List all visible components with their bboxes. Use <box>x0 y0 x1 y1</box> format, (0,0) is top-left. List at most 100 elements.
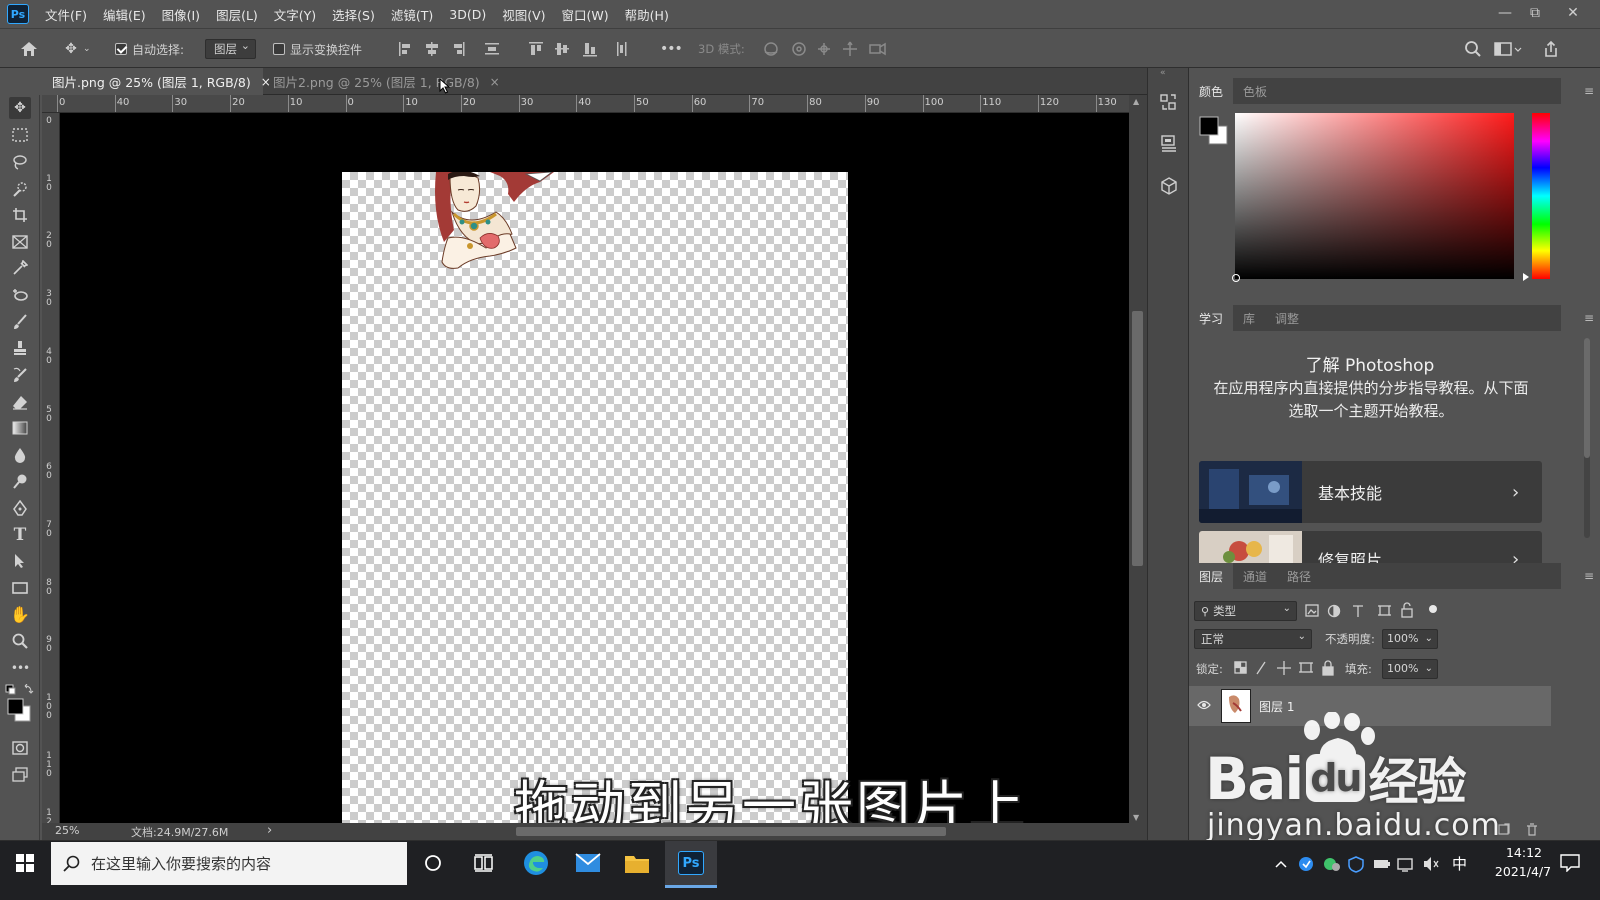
panel-menu-icon[interactable]: ≡ <box>1584 569 1594 583</box>
auto-select-checkbox[interactable] <box>115 43 127 55</box>
screen-mode-button[interactable] <box>9 764 31 786</box>
fill-input[interactable]: 100% ⌄ <box>1382 659 1438 679</box>
hand-tool[interactable]: ✋ <box>9 603 31 625</box>
lasso-tool[interactable] <box>9 151 31 173</box>
ime-indicator[interactable]: 中 <box>1452 853 1467 874</box>
layer-filter-buttons[interactable] <box>1305 601 1445 621</box>
status-menu-arrow-icon[interactable]: › <box>267 823 272 838</box>
scroll-down-icon[interactable]: ▼ <box>1133 813 1139 822</box>
lock-buttons[interactable] <box>1233 659 1343 677</box>
zoom-level[interactable]: 25% <box>55 824 79 837</box>
color-picker-field[interactable] <box>1232 113 1514 282</box>
photoshop-logo-icon[interactable]: Ps <box>7 4 29 24</box>
vertical-scrollbar[interactable]: ▲ ▼ <box>1129 95 1147 827</box>
close-window-button[interactable]: ✕ <box>1558 2 1588 24</box>
close-tab-icon[interactable]: × <box>490 75 500 89</box>
hue-slider-marker[interactable] <box>1523 273 1529 281</box>
minimize-button[interactable]: — <box>1490 2 1520 24</box>
learn-scrollbar-thumb[interactable] <box>1584 338 1590 458</box>
notification-center-icon[interactable] <box>1560 854 1580 872</box>
3d-mode-buttons[interactable] <box>762 40 892 58</box>
tab-channels[interactable]: 通道 <box>1233 563 1277 589</box>
more-options-button[interactable]: ••• <box>660 39 683 59</box>
edge-browser-icon[interactable] <box>523 850 549 876</box>
document-canvas[interactable] <box>342 172 848 823</box>
search-button[interactable] <box>1464 39 1482 59</box>
workspace-button[interactable] <box>1494 39 1524 59</box>
scrollbar-thumb[interactable] <box>1132 311 1143 566</box>
photoshop-taskbar-button[interactable]: Ps <box>665 841 717 888</box>
clock-date[interactable]: 2021/4/7 <box>1480 864 1566 879</box>
quick-mask-button[interactable] <box>9 737 31 759</box>
restore-button[interactable]: ⧉ <box>1520 2 1550 24</box>
eye-visibility-icon[interactable] <box>1197 699 1211 711</box>
menu-3d[interactable]: 3D(D) <box>449 7 486 22</box>
scroll-up-icon[interactable]: ▲ <box>1133 97 1139 106</box>
opacity-input[interactable]: 100% ⌄ <box>1382 629 1438 649</box>
menu-filter[interactable]: 滤镜(T) <box>391 5 433 24</box>
blend-mode-dropdown[interactable]: 正常 ⌄ <box>1194 629 1312 649</box>
layer-filter-dropdown[interactable]: ⚲ 类型 ⌄ <box>1194 601 1297 621</box>
blur-tool[interactable] <box>9 444 31 466</box>
gradient-tool[interactable] <box>9 417 31 439</box>
healing-brush-tool[interactable] <box>9 284 31 306</box>
show-transform-checkbox[interactable] <box>273 43 285 55</box>
tab-libraries[interactable]: 库 <box>1233 305 1265 331</box>
tab-adjustments[interactable]: 调整 <box>1265 305 1309 331</box>
menu-select[interactable]: 选择(S) <box>332 5 375 24</box>
tab-image-2[interactable]: 图片2.png @ 25% (图层 1, RGB/8) × <box>263 68 500 95</box>
rectangle-tool[interactable] <box>9 577 31 599</box>
move-tool-preset[interactable]: ✥ ⌄ <box>62 39 90 59</box>
learn-card-basic-skills[interactable]: 基本技能 › <box>1199 461 1542 523</box>
collapse-icon[interactable]: « <box>1160 68 1166 78</box>
menu-layer[interactable]: 图层(L) <box>216 5 258 24</box>
tab-layers[interactable]: 图层 <box>1189 563 1234 589</box>
crop-tool[interactable] <box>9 204 31 226</box>
menu-file[interactable]: 文件(F) <box>45 5 87 24</box>
panel-menu-icon[interactable]: ≡ <box>1584 311 1594 325</box>
ruler-horizontal[interactable]: 0 40 30 20 10 0 10 20 30 40 50 60 70 80 90 100 110 120 130 <box>42 95 1147 113</box>
marquee-tool[interactable] <box>9 124 31 146</box>
ruler-vertical[interactable]: 010203040506070809010011012 <box>42 113 60 827</box>
file-explorer-icon[interactable] <box>624 852 650 874</box>
cortana-icon[interactable] <box>424 854 442 872</box>
align-buttons[interactable] <box>397 40 507 58</box>
learn-card-fix-photo[interactable]: 修复照片 › <box>1199 531 1542 565</box>
taskbar-search-box[interactable]: 在这里输入你要搜索的内容 <box>51 842 407 885</box>
menu-type[interactable]: 文字(Y) <box>274 5 316 24</box>
menu-image[interactable]: 图像(I) <box>162 5 200 24</box>
history-brush-tool[interactable] <box>9 364 31 386</box>
home-button[interactable] <box>20 39 38 59</box>
history-panel-icon[interactable] <box>1159 92 1179 112</box>
distribute-buttons[interactable] <box>527 40 637 58</box>
clock-time[interactable]: 14:12 <box>1492 845 1556 860</box>
menu-view[interactable]: 视图(V) <box>502 5 545 24</box>
show-transform-option[interactable]: 显示变换控件 <box>273 39 362 59</box>
move-tool[interactable]: ✥ <box>9 97 31 119</box>
mail-icon[interactable] <box>575 852 601 874</box>
windows-start-icon[interactable] <box>16 854 34 872</box>
pen-tool[interactable] <box>9 497 31 519</box>
tab-color[interactable]: 颜色 <box>1189 78 1234 104</box>
zoom-tool[interactable] <box>9 630 31 652</box>
eyedropper-tool[interactable] <box>9 257 31 279</box>
tab-image-1[interactable]: 图片.png @ 25% (图层 1, RGB/8) × <box>42 68 271 95</box>
eraser-tool[interactable] <box>9 391 31 413</box>
panel-menu-icon[interactable]: ≡ <box>1584 84 1594 98</box>
menu-edit[interactable]: 编辑(E) <box>103 5 146 24</box>
3d-cube-panel-icon[interactable] <box>1159 176 1179 196</box>
frame-tool[interactable] <box>9 231 31 253</box>
auto-select-option[interactable]: 自动选择: <box>115 39 184 59</box>
auto-select-target-dropdown[interactable]: 图层 <box>205 39 256 59</box>
share-button[interactable] <box>1542 39 1560 59</box>
menu-window[interactable]: 窗口(W) <box>562 5 609 24</box>
edit-toolbar-button[interactable]: ••• <box>9 657 31 679</box>
path-selection-tool[interactable] <box>9 550 31 572</box>
task-view-icon[interactable] <box>474 854 494 872</box>
fg-bg-color-swatches[interactable] <box>1199 116 1229 146</box>
properties-panel-icon[interactable] <box>1159 134 1179 154</box>
horizontal-scrollbar-thumb[interactable] <box>516 827 946 836</box>
hue-slider[interactable] <box>1532 113 1550 279</box>
quick-selection-tool[interactable] <box>9 178 31 200</box>
menu-help[interactable]: 帮助(H) <box>625 5 669 24</box>
